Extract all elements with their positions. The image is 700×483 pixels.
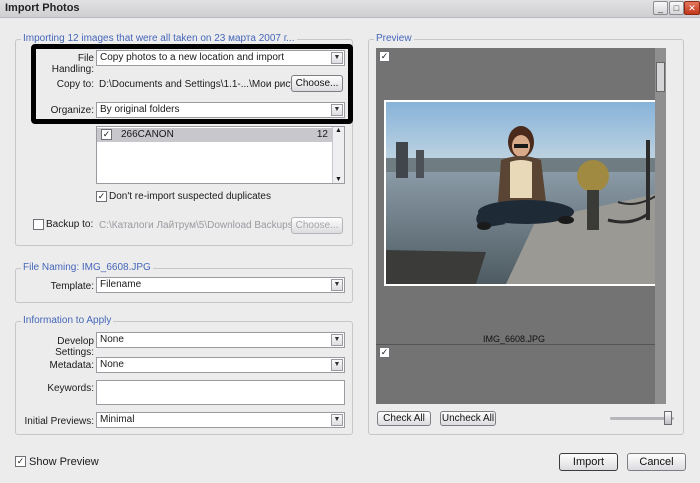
maximize-icon[interactable]: □ [669,1,684,15]
folder-name: 266CANON [121,129,174,140]
scroll-thumb[interactable] [656,62,665,92]
close-icon[interactable]: ✕ [684,1,700,15]
backup-label: Backup to: [46,219,94,230]
folder-count: 12 [316,129,328,140]
information-to-apply-title: Information to Apply [21,315,114,326]
initial-previews-dropdown[interactable]: Minimal ▼ [96,412,345,428]
folder-list-scrollbar[interactable]: ▲ ▼ [332,127,344,183]
cancel-label: Cancel [639,456,674,468]
backup-choose-button[interactable]: Choose... [291,217,343,234]
backup-choose-label: Choose... [295,220,339,231]
title-bar[interactable]: Import Photos _ □ ✕ [0,0,700,18]
photo-thumbnail[interactable] [384,100,658,286]
initial-previews-label: Initial Previews: [24,416,94,427]
show-preview-checkbox[interactable]: ✓ [15,456,26,467]
keywords-field[interactable] [96,380,345,405]
slider-handle[interactable] [664,411,672,425]
cancel-button[interactable]: Cancel [627,453,686,471]
template-dropdown[interactable]: Filename ▼ [96,277,345,293]
file-naming-title: File Naming: IMG_6608.JPG [21,262,153,273]
develop-settings-value: None [100,334,124,345]
show-preview-label: Show Preview [29,456,99,468]
preview-title: Preview [374,33,414,44]
develop-settings-label: Develop Settings: [55,336,94,358]
chevron-down-icon: ▼ [331,414,343,426]
develop-settings-dropdown[interactable]: None ▼ [96,332,345,348]
window-title: Import Photos [5,2,80,14]
preview-scrollbar[interactable] [655,48,666,404]
scroll-down-icon[interactable]: ▼ [333,176,344,183]
backup-path: C:\Каталоги Лайтрум\5\Download Backups [99,220,293,231]
chevron-down-icon: ▼ [331,279,343,291]
keywords-label: Keywords: [47,383,94,394]
import-photos-window: Import Photos _ □ ✕ Importing 12 images … [0,0,700,483]
metadata-value: None [100,359,124,370]
check-all-label: Check All [383,413,425,424]
minimize-icon[interactable]: _ [653,1,668,15]
highlight-annotation [31,44,353,124]
uncheck-all-button[interactable]: Uncheck All [440,411,496,426]
import-summary-title: Importing 12 images that were all taken … [21,33,297,44]
initial-previews-value: Minimal [100,414,135,425]
backup-checkbox[interactable] [33,219,44,230]
metadata-dropdown[interactable]: None ▼ [96,357,345,373]
preview-grid[interactable]: ✓ IMG_6608.JPG ✓ [376,48,666,404]
scroll-up-icon[interactable]: ▲ [333,127,344,134]
import-button[interactable]: Import [559,453,618,471]
photo-checkbox[interactable]: ✓ [379,347,390,358]
dont-reimport-checkbox[interactable]: ✓ [96,191,107,202]
photo-checkbox[interactable]: ✓ [379,51,390,62]
thumbnail-size-slider[interactable] [610,411,674,425]
keywords-value [97,382,100,393]
check-all-button[interactable]: Check All [377,411,431,426]
folder-list[interactable]: ✓ 266CANON 12 ▲ ▼ [96,126,345,184]
preview-cell-divider [376,344,666,345]
template-value: Filename [100,279,142,290]
dont-reimport-label: Don't re-import suspected duplicates [109,191,271,202]
folder-row[interactable]: ✓ 266CANON 12 [97,128,332,142]
template-label: Template: [50,281,94,292]
chevron-down-icon: ▼ [331,359,343,371]
folder-checkbox[interactable]: ✓ [101,129,112,140]
import-label: Import [572,456,605,468]
chevron-down-icon: ▼ [331,334,343,346]
photo-filename: IMG_6608.JPG [482,334,546,344]
photo-image [386,102,656,284]
metadata-label: Metadata: [49,360,94,371]
uncheck-all-label: Uncheck All [441,413,495,424]
